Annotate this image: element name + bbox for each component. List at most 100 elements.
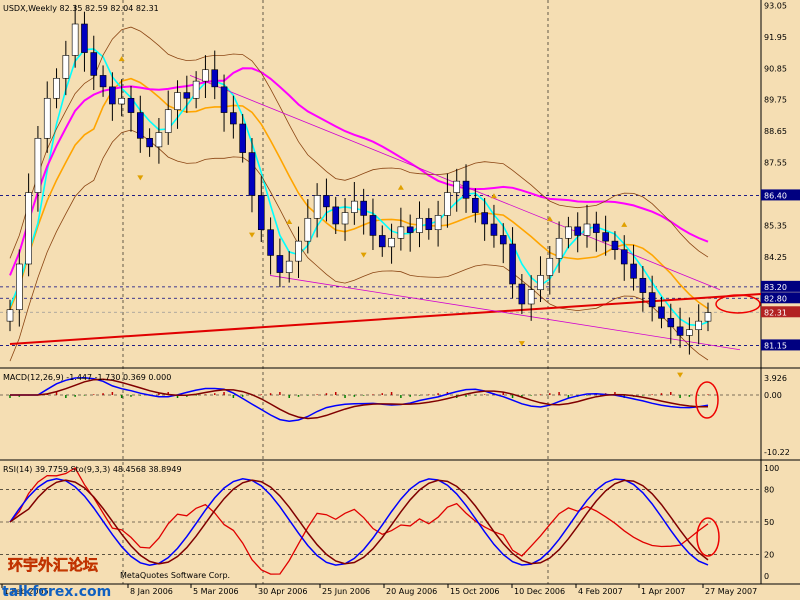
- candle-body-41: [388, 237, 395, 248]
- candle-body-4: [43, 97, 51, 139]
- candle-body-29: [276, 255, 284, 273]
- watermark-site: talkforex.com: [2, 584, 111, 600]
- y-label-6: 85.35: [764, 221, 787, 230]
- candle-body-26: [248, 152, 256, 196]
- level-tag-0: 86.40: [764, 191, 787, 200]
- candle-body-50: [472, 197, 479, 213]
- candle-body-27: [257, 195, 265, 231]
- candle-body-48: [453, 180, 461, 193]
- candle-body-53: [499, 235, 507, 245]
- candle-body-69: [648, 292, 656, 308]
- candle-body-62: [583, 223, 591, 236]
- candle-body-67: [630, 263, 637, 279]
- candle-body-34: [323, 195, 330, 208]
- y-axis-labels: 93.05 91.95 90.85 89.75 88.65 87.55 85.35 84.25…: [761, 1, 800, 581]
- candle-body-3: [34, 137, 42, 193]
- chart-canvas: USDX,Weekly 82.35 82.59 82.04 82.31 MACD…: [0, 0, 800, 600]
- candle-body-5: [53, 77, 60, 99]
- y-label-3: 89.75: [764, 96, 787, 105]
- candle-body-20: [192, 80, 200, 99]
- candle-body-7: [71, 23, 79, 56]
- rsi-y-label-3: 20: [764, 550, 774, 559]
- candle-body-56: [527, 289, 535, 305]
- candle-body-55: [518, 283, 526, 305]
- rsi-y-label-0: 100: [764, 464, 779, 473]
- candle-body-31: [295, 240, 302, 262]
- candle-body-33: [313, 195, 321, 219]
- candle-body-42: [397, 226, 405, 239]
- candle-body-18: [174, 92, 181, 111]
- candle-body-51: [481, 212, 488, 225]
- rsi-y-label-2: 50: [764, 518, 774, 527]
- candle-body-68: [639, 277, 647, 293]
- y-label-4: 88.65: [764, 127, 787, 136]
- candle-body-16: [155, 132, 163, 148]
- candle-body-12: [118, 97, 125, 105]
- candle-body-44: [416, 217, 423, 233]
- candle-body-25: [239, 123, 246, 153]
- candle-body-8: [81, 23, 88, 53]
- candle-body-72: [676, 326, 684, 336]
- macd-y-label-2: -10.22: [764, 448, 790, 457]
- candle-body-74: [695, 320, 702, 331]
- x-label-9: 1 Apr 2007: [641, 587, 685, 596]
- candle-body-2: [25, 192, 32, 265]
- level-tag-2: 82.80: [764, 294, 787, 303]
- level-tag-1: 83.20: [764, 283, 787, 292]
- candle-body-35: [332, 206, 340, 225]
- candle-body-54: [509, 243, 516, 285]
- candle-body-9: [90, 52, 98, 76]
- candle-body-43: [406, 226, 414, 233]
- candle-body-1: [16, 263, 23, 311]
- rsi-y-label-1: 80: [764, 486, 774, 495]
- candle-body-59: [555, 237, 563, 259]
- candle-body-36: [341, 212, 349, 225]
- rsi-label: RSI(14) 39.7759 Sto(9,3,3) 48.4568 38.89…: [3, 465, 182, 474]
- candle-body-15: [146, 137, 153, 148]
- candle-body-22: [211, 69, 219, 88]
- candle-body-30: [285, 260, 293, 273]
- candle-body-19: [183, 92, 191, 99]
- macd-label: MACD(12,26,9) -1.447 -1.730 0.369 0.000: [3, 373, 171, 382]
- x-label-2: 5 Mar 2006: [193, 587, 239, 596]
- candle-body-66: [620, 249, 628, 265]
- x-label-4: 25 Jun 2006: [322, 587, 370, 596]
- candle-body-37: [351, 200, 358, 213]
- level-tag-3: 82.31: [764, 308, 787, 317]
- x-label-6: 15 Oct 2006: [450, 587, 499, 596]
- candle-body-24: [230, 112, 237, 125]
- candle-body-61: [574, 226, 582, 236]
- x-label-7: 10 Dec 2006: [514, 587, 565, 596]
- candle-body-71: [667, 317, 675, 328]
- candle-body-28: [267, 229, 274, 256]
- y-label-7: 84.25: [764, 253, 787, 262]
- candle-body-40: [378, 235, 386, 248]
- candle-body-63: [593, 223, 600, 233]
- candle-body-38: [360, 200, 367, 216]
- level-tag-4: 81.15: [764, 341, 787, 350]
- candle-body-73: [686, 329, 693, 336]
- candle-body-39: [369, 215, 377, 236]
- x-label-3: 30 Apr 2006: [258, 587, 307, 596]
- candle-body-10: [99, 75, 107, 88]
- candle-body-23: [220, 86, 228, 113]
- candle-body-13: [127, 97, 135, 113]
- candle-body-21: [202, 69, 209, 82]
- candle-body-46: [434, 215, 442, 231]
- x-axis-labels: 1 Feb 2005 8 Jan 2006 5 Mar 2006 30 Apr 200…: [1, 584, 757, 596]
- x-label-5: 20 Aug 2006: [386, 587, 437, 596]
- y-label-5: 87.55: [764, 159, 787, 168]
- candle-body-17: [164, 109, 172, 133]
- candle-body-11: [109, 86, 116, 105]
- candle-body-60: [565, 226, 572, 239]
- candle-body-49: [462, 180, 470, 199]
- candle-body-57: [537, 275, 544, 291]
- y-label-0: 93.05: [764, 1, 787, 10]
- x-label-1: 8 Jan 2006: [130, 587, 173, 596]
- candle-body-52: [490, 223, 498, 236]
- watermark-chinese: 环宇外汇论坛: [8, 556, 98, 574]
- candle-body-70: [658, 306, 665, 319]
- y-label-2: 90.85: [764, 64, 787, 73]
- candle-body-75: [704, 312, 712, 322]
- candle-body-14: [136, 112, 144, 139]
